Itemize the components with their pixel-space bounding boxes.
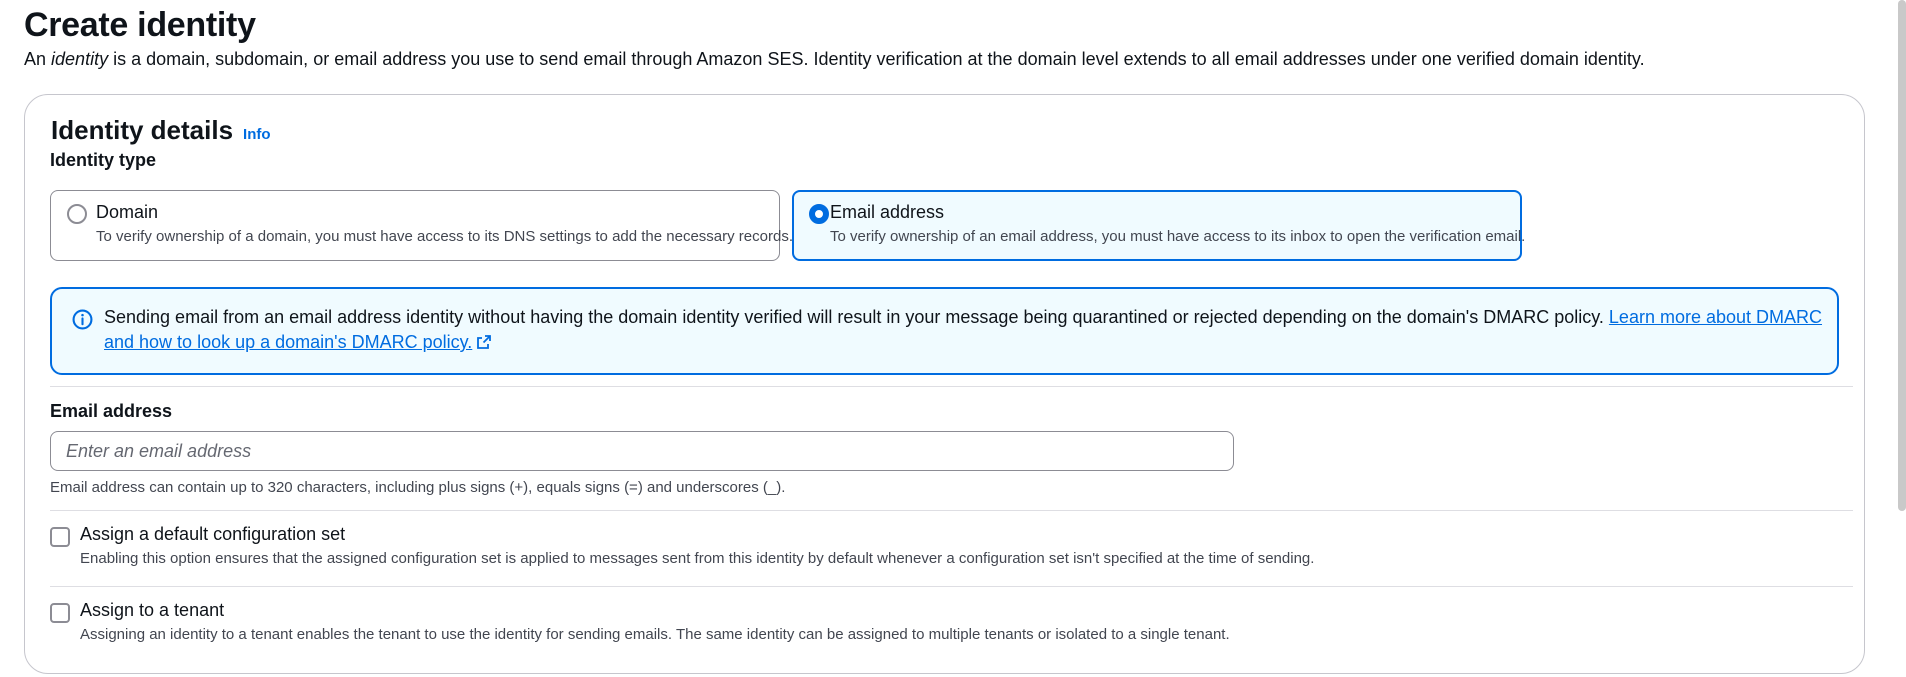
description-prefix: An <box>24 49 52 69</box>
email-address-label: Email address <box>50 401 173 421</box>
email-option-label: Email address <box>830 202 945 222</box>
description-italic: identity <box>51 49 109 69</box>
email-address-hint: Email address can contain up to 320 char… <box>50 479 786 496</box>
email-address-input[interactable] <box>50 431 1234 471</box>
email-radio[interactable] <box>809 204 829 224</box>
identity-type-email-tile[interactable]: Email address To verify ownership of an … <box>792 190 1526 261</box>
identity-type-label: Identity type <box>50 150 157 170</box>
page-title: Create identity <box>24 6 256 44</box>
description-rest: is a domain, subdomain, or email address… <box>108 49 1645 69</box>
assign-tenant-label[interactable]: Assign to a tenant <box>80 600 224 621</box>
divider <box>50 586 1853 587</box>
external-link-icon <box>477 335 492 349</box>
domain-radio[interactable] <box>67 204 87 224</box>
info-link[interactable]: Info <box>243 126 271 143</box>
divider <box>50 386 1853 387</box>
domain-option-label: Domain <box>96 202 159 222</box>
default-config-set-label[interactable]: Assign a default configuration set <box>80 524 345 545</box>
email-option-description: To verify ownership of an email address,… <box>830 228 1526 245</box>
alert-message: Sending email from an email address iden… <box>104 307 1609 327</box>
default-config-set-description: Enabling this option ensures that the as… <box>80 550 1315 567</box>
assign-tenant-checkbox[interactable] <box>50 603 70 623</box>
panel-title: Identity details <box>51 115 234 145</box>
identity-details-panel: Identity details Info Identity type Doma… <box>24 94 1865 674</box>
identity-type-domain-tile[interactable]: Domain To verify ownership of a domain, … <box>50 190 793 261</box>
alert-text: Sending email from an email address iden… <box>104 305 1824 355</box>
assign-tenant-description: Assigning an identity to a tenant enable… <box>80 626 1230 643</box>
dmarc-info-alert: Sending email from an email address iden… <box>50 287 1839 375</box>
info-circle-icon <box>72 309 93 330</box>
default-config-set-checkbox[interactable] <box>50 527 70 547</box>
domain-option-description: To verify ownership of a domain, you mus… <box>96 228 793 245</box>
divider <box>50 510 1853 511</box>
page-scrollbar[interactable] <box>1898 0 1906 511</box>
panel-header: Identity details Info <box>51 115 271 146</box>
page-description: An identity is a domain, subdomain, or e… <box>24 49 1645 70</box>
